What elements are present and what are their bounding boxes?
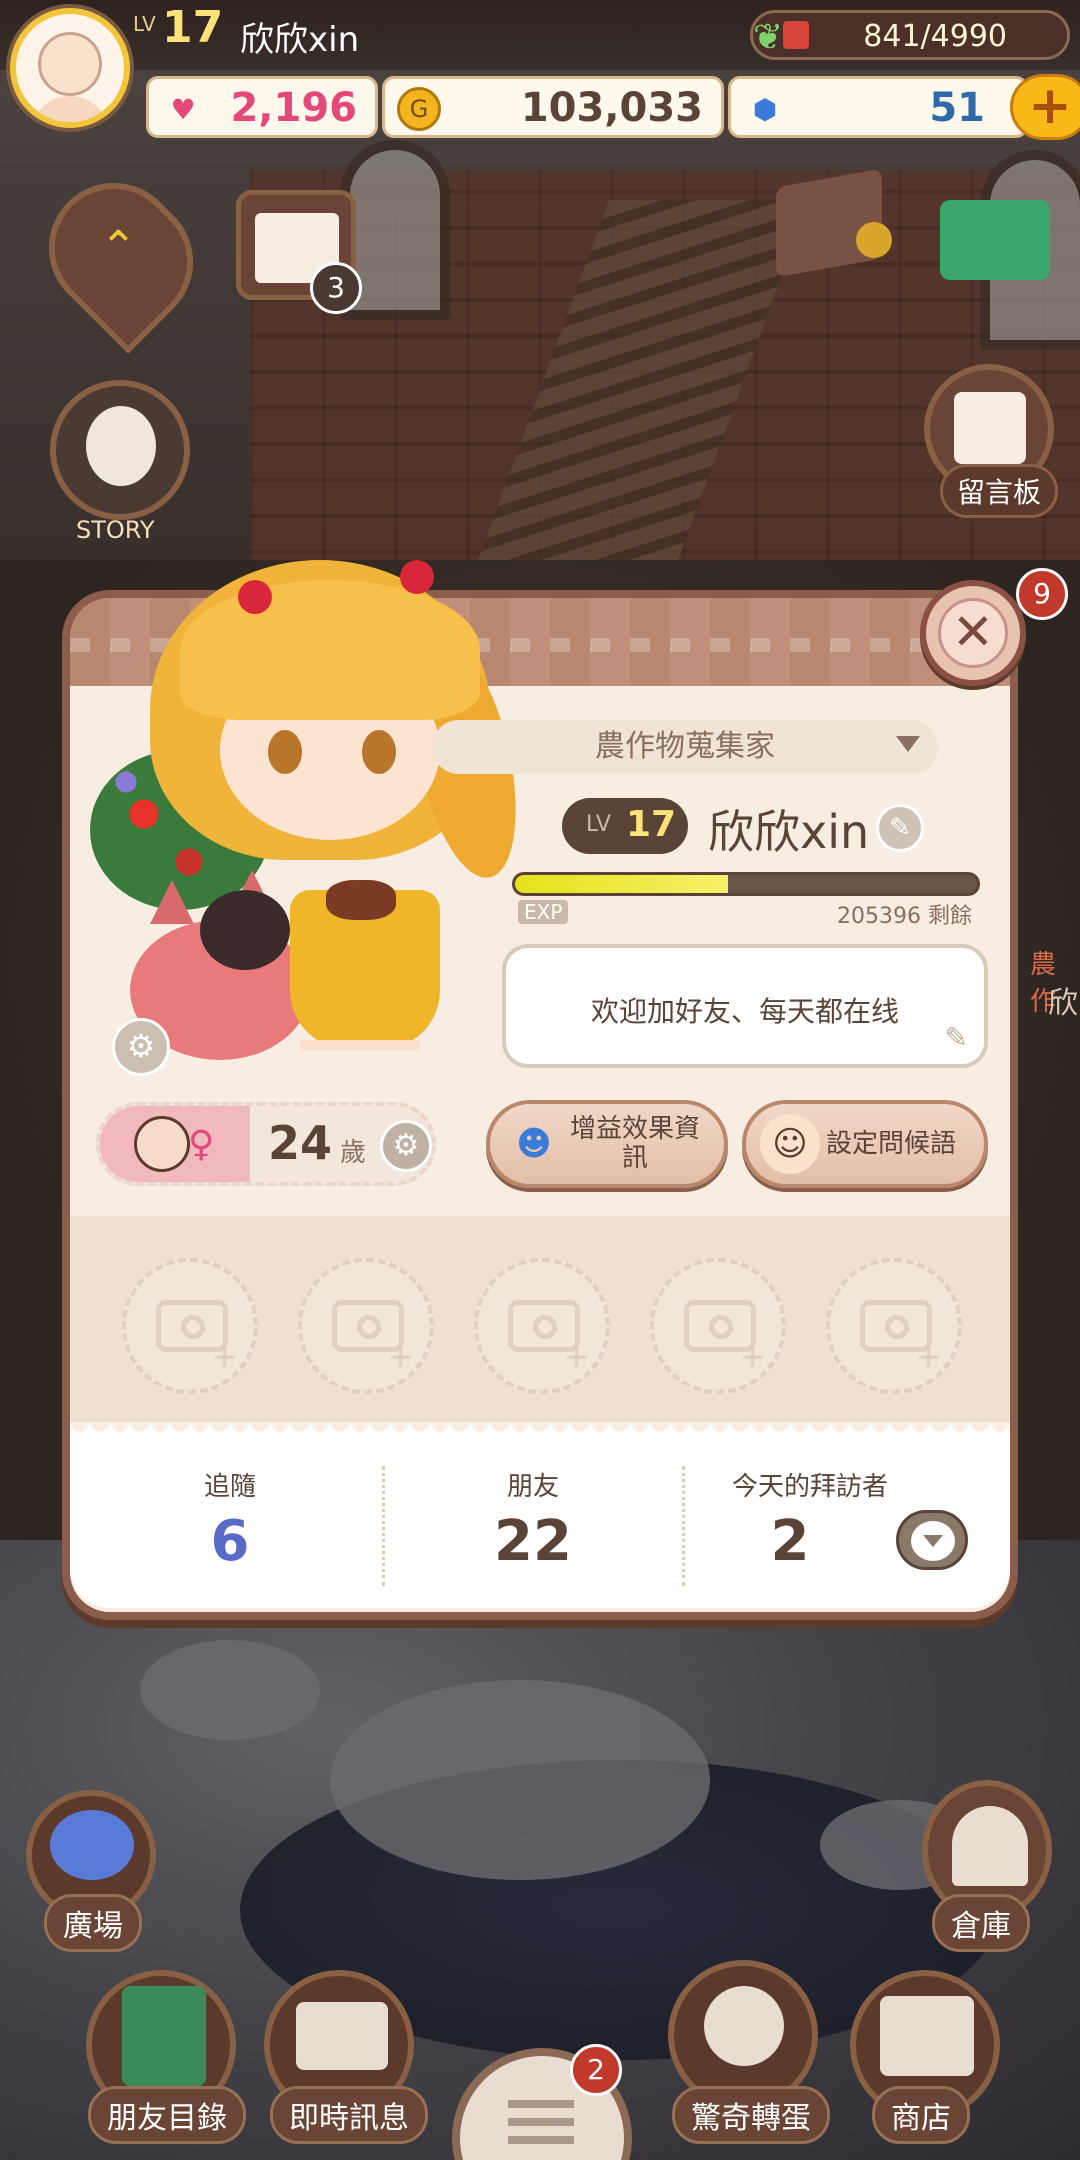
character-settings-gear-icon[interactable]: ⚙ bbox=[112, 1018, 170, 1076]
greeting-face-icon: ☺ bbox=[760, 1114, 820, 1174]
message-board-label: 留言板 bbox=[940, 464, 1059, 518]
gem-icon: ⬢ bbox=[752, 92, 778, 126]
profile-name: 欣欣xin bbox=[708, 805, 870, 859]
coins-value: 103,033 bbox=[520, 85, 703, 131]
friends-list-label: 朋友目錄 bbox=[88, 2086, 246, 2144]
age-unit: 歲 bbox=[340, 1138, 367, 1168]
friends-label: 朋友 bbox=[506, 1472, 559, 1502]
friends-value: 22 bbox=[494, 1509, 572, 1574]
message-card-icon bbox=[296, 2002, 388, 2070]
gear-icon bbox=[856, 222, 892, 258]
partial-name-text: 欣 bbox=[1048, 986, 1078, 1021]
exp-bar bbox=[512, 872, 980, 896]
photo-slot-add[interactable]: + bbox=[650, 1258, 786, 1394]
calendar-badge: 3 bbox=[310, 262, 362, 314]
age-pill: ♀ 24 歲 ⚙ bbox=[96, 1102, 436, 1186]
story-character-icon bbox=[86, 406, 156, 486]
menu-icon bbox=[508, 2100, 574, 2144]
character-bangs bbox=[180, 580, 480, 720]
friends-book-icon bbox=[122, 1986, 206, 2086]
girl-avatar-icon bbox=[134, 1116, 190, 1172]
character-eye bbox=[268, 730, 302, 774]
stats-wave-edge bbox=[70, 1422, 1010, 1438]
avatar-face bbox=[38, 32, 102, 96]
cat-ear bbox=[150, 880, 194, 924]
gems-counter[interactable]: ⬢ 51 bbox=[728, 76, 1028, 138]
coins-counter[interactable]: G 103,033 bbox=[382, 76, 724, 138]
shop-icon bbox=[880, 1996, 974, 2076]
surprise-egg-label: 驚奇轉蛋 bbox=[672, 2086, 830, 2144]
hearts-value: 2,196 bbox=[230, 85, 357, 131]
energy-bar[interactable]: ❦ 841/4990 bbox=[750, 10, 1070, 60]
instant-messages-label: 即時訊息 bbox=[270, 2086, 428, 2144]
gacha-machine-icon bbox=[704, 1986, 784, 2066]
add-gems-button[interactable]: + bbox=[1010, 74, 1080, 140]
close-button[interactable]: ✕ bbox=[920, 580, 1026, 686]
follow-stat[interactable]: 追隨 6 bbox=[80, 1466, 380, 1574]
level-chip: LV 17 bbox=[562, 798, 688, 854]
follow-label: 追隨 bbox=[203, 1472, 256, 1502]
cat-patch bbox=[200, 890, 290, 970]
player-avatar[interactable] bbox=[10, 8, 130, 128]
character-eye bbox=[362, 730, 396, 774]
greeting-bubble[interactable]: 欢迎加好友、每天都在线 ✎ bbox=[502, 944, 988, 1068]
gender-badge: ♀ bbox=[100, 1106, 250, 1182]
photo-slot-add[interactable]: + bbox=[298, 1258, 434, 1394]
leaf-icon: ❦ bbox=[753, 17, 784, 58]
menu-badge: 2 bbox=[570, 2044, 622, 2096]
hearts-counter[interactable]: ♥ 2,196 bbox=[146, 76, 378, 138]
photo-slot-add[interactable]: + bbox=[474, 1258, 610, 1394]
exp-fill bbox=[515, 875, 728, 893]
chevron-up-icon: ⌃ bbox=[100, 222, 137, 273]
coin-icon: G bbox=[397, 87, 441, 131]
follow-value: 6 bbox=[210, 1509, 250, 1574]
warehouse-icon bbox=[952, 1806, 1028, 1886]
furniture-box-icon[interactable] bbox=[940, 200, 1050, 280]
greeting-text: 欢迎加好友、每天都在线 bbox=[590, 995, 899, 1028]
hair-bow bbox=[238, 580, 272, 614]
plaza-label: 廣場 bbox=[44, 1894, 142, 1952]
buff-people-icon: ☻ bbox=[516, 1124, 552, 1164]
visitors-label: 今天的拜訪者 bbox=[731, 1472, 888, 1502]
visitors-value: 2 bbox=[770, 1509, 810, 1574]
exp-label: EXP bbox=[518, 900, 569, 924]
age-value: 24 bbox=[268, 1116, 333, 1170]
close-icon: ✕ bbox=[938, 598, 1008, 668]
friends-stat[interactable]: 朋友 22 bbox=[383, 1466, 683, 1574]
story-button[interactable] bbox=[50, 380, 190, 520]
hair-bow bbox=[400, 560, 434, 594]
heart-icon: ♥ bbox=[170, 92, 196, 126]
photo-slot-add[interactable]: + bbox=[826, 1258, 962, 1394]
hud-player-name: 欣欣xin bbox=[240, 20, 360, 60]
flower-bush-icon bbox=[50, 1810, 134, 1880]
edit-name-pencil-icon[interactable]: ✎ bbox=[876, 804, 924, 852]
shop-label: 商店 bbox=[872, 2086, 970, 2144]
message-board-icon bbox=[954, 392, 1026, 464]
edit-greeting-pencil-icon[interactable]: ✎ bbox=[945, 1021, 968, 1054]
gems-value: 51 bbox=[929, 85, 985, 131]
set-greeting-button[interactable]: ☺ 設定問候語 bbox=[742, 1100, 988, 1188]
energy-fill bbox=[783, 21, 809, 49]
title-selector[interactable]: 農作物蒐集家 bbox=[432, 720, 938, 774]
energy-value: 841/4990 bbox=[863, 19, 1007, 54]
notification-badge: 9 bbox=[1016, 568, 1068, 620]
buff-info-label: 增益效果資 訊 bbox=[570, 1114, 701, 1173]
character-ribbon bbox=[326, 880, 396, 920]
photo-slot-add[interactable]: + bbox=[122, 1258, 258, 1394]
character-legs bbox=[300, 1040, 420, 1080]
warehouse-label: 倉庫 bbox=[932, 1894, 1030, 1952]
level-value: 17 bbox=[626, 804, 677, 845]
story-label: STORY bbox=[76, 516, 155, 544]
hud-level-label: LV bbox=[133, 12, 156, 36]
buff-info-button[interactable]: ☻ 增益效果資 訊 bbox=[486, 1100, 728, 1188]
female-symbol-icon: ♀ bbox=[188, 1124, 215, 1165]
exp-remaining: 205396 剩餘 bbox=[837, 904, 972, 929]
set-greeting-label: 設定問候語 bbox=[826, 1128, 957, 1159]
age-settings-gear-icon[interactable]: ⚙ bbox=[380, 1120, 432, 1172]
level-label: LV bbox=[586, 812, 611, 837]
visitors-dropdown-button[interactable] bbox=[896, 1510, 968, 1570]
chevron-down-icon bbox=[911, 1521, 955, 1561]
chevron-down-icon bbox=[896, 736, 920, 752]
hud-level: 17 bbox=[162, 2, 224, 53]
